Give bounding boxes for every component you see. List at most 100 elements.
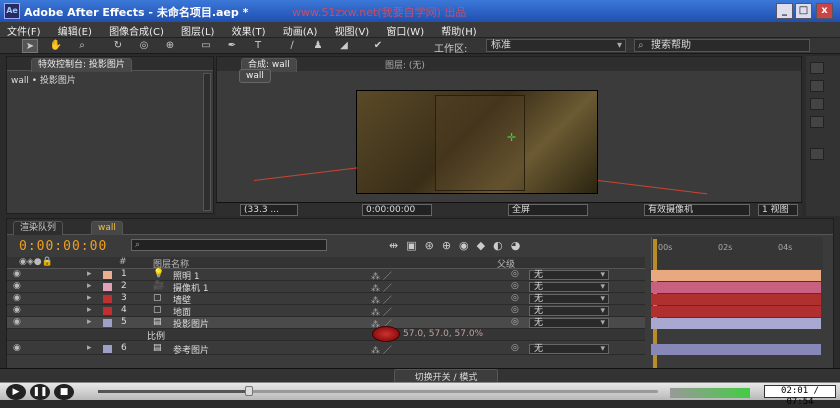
panel-collapse-icon[interactable] <box>810 80 824 92</box>
layer-duration-bar[interactable] <box>651 282 821 293</box>
eye-icon[interactable]: ◉ <box>13 269 21 279</box>
brush-icon[interactable]: ∕ <box>284 39 300 53</box>
label-color-swatch[interactable] <box>103 345 112 353</box>
menu-view[interactable]: 视图(V) <box>328 22 377 39</box>
eraser-icon[interactable]: ◢ <box>336 39 352 53</box>
panel-collapse-icon[interactable] <box>810 98 824 110</box>
panel-collapse-icon[interactable] <box>810 148 824 160</box>
layer-row[interactable]: ◉ ▸ 3 ▢ 墙壁 ⁂ ／ ◎ 无 ▾ <box>7 293 645 306</box>
stop-icon[interactable]: ■ <box>54 384 74 400</box>
layer-duration-bar[interactable] <box>651 344 821 355</box>
layer-duration-bar[interactable] <box>651 294 821 305</box>
expand-arrow-icon[interactable]: ▸ <box>87 343 92 353</box>
expand-arrow-icon[interactable]: ▸ <box>87 305 92 315</box>
comp-subtab-wall[interactable]: wall <box>239 69 271 83</box>
minimize-button[interactable]: _ <box>776 3 793 19</box>
eye-icon[interactable]: ◉ <box>13 343 21 353</box>
volume-slider[interactable] <box>670 388 750 398</box>
workspace-dropdown[interactable]: 标准 ▾ <box>486 39 626 52</box>
menu-layer[interactable]: 图层(L) <box>174 22 221 39</box>
switches-icon[interactable]: ⁂ ／ <box>371 343 392 356</box>
menu-edit[interactable]: 编辑(E) <box>51 22 99 39</box>
eye-icon[interactable]: ◉ <box>13 305 21 315</box>
label-color-swatch[interactable] <box>103 307 112 315</box>
label-color-swatch[interactable] <box>103 295 112 303</box>
parent-dropdown[interactable]: 无 ▾ <box>529 306 609 316</box>
pen-icon[interactable]: ✒ <box>224 39 240 53</box>
layer-duration-bar[interactable] <box>651 306 821 317</box>
zoom-icon[interactable]: ⌕ <box>74 39 90 53</box>
expand-arrow-icon[interactable]: ▸ <box>87 317 92 327</box>
expand-arrow-icon[interactable]: ▸ <box>87 281 92 291</box>
text-icon[interactable]: T <box>250 39 266 53</box>
eye-icon[interactable]: ◉ <box>13 317 21 327</box>
timeline-switch-icons[interactable]: ⇹▣⊛⊕◉◆◐◕ <box>389 239 528 252</box>
layer-row[interactable]: ◉ ▸ 2 🎥 摄像机 1 ⁂ ／ ◎ 无 ▾ <box>7 281 645 294</box>
layer-duration-bar[interactable] <box>651 270 821 281</box>
parent-dropdown[interactable]: 无 ▾ <box>529 282 609 292</box>
parent-dropdown[interactable]: 无 ▾ <box>529 270 609 280</box>
menu-file[interactable]: 文件(F) <box>0 22 48 39</box>
parent-pickwhip-icon[interactable]: ◎ <box>511 269 519 279</box>
panel-collapse-icon[interactable] <box>810 116 824 128</box>
eye-icon[interactable]: ◉ <box>13 281 21 291</box>
camera-dropdown[interactable]: 有效摄像机 <box>644 204 750 216</box>
tab-wall-timeline[interactable]: wall <box>91 221 123 235</box>
layer-row[interactable]: ◉ ▸ 1 💡 照明 1 ⁂ ／ ◎ 无 ▾ <box>7 269 645 282</box>
parent-pickwhip-icon[interactable]: ◎ <box>511 343 519 353</box>
selection-icon[interactable]: ➤ <box>22 39 38 53</box>
label-color-swatch[interactable] <box>103 283 112 291</box>
menu-window[interactable]: 窗口(W) <box>379 22 431 39</box>
property-row[interactable]: 比例 57.0, 57.0, 57.0% <box>7 329 645 342</box>
time-ruler[interactable]: 00s 02s 04s <box>651 237 823 269</box>
pause-icon[interactable]: ❚❚ <box>30 384 50 400</box>
menu-help[interactable]: 帮助(H) <box>434 22 483 39</box>
stopwatch-icon[interactable] <box>372 326 400 342</box>
seek-handle[interactable] <box>245 386 254 396</box>
parent-pickwhip-icon[interactable]: ◎ <box>511 293 519 303</box>
rectangle-mask-icon[interactable]: ▭ <box>198 39 214 53</box>
layer-row[interactable]: ◉ ▸ 4 ▢ 地面 ⁂ ／ ◎ 无 ▾ <box>7 305 645 318</box>
parent-dropdown[interactable]: 无 ▾ <box>529 294 609 304</box>
camera-orbit-icon[interactable]: ◎ <box>136 39 152 53</box>
expand-arrow-icon[interactable]: ▸ <box>87 269 92 279</box>
views-dropdown[interactable]: 1 视图 <box>758 204 798 216</box>
composition-preview[interactable]: ✛ <box>356 90 598 194</box>
rotate-icon[interactable]: ↻ <box>110 39 126 53</box>
parent-pickwhip-icon[interactable]: ◎ <box>511 281 519 291</box>
menu-animation[interactable]: 动画(A) <box>276 22 325 39</box>
parent-dropdown[interactable]: 无 ▾ <box>529 344 609 354</box>
label-color-swatch[interactable] <box>103 271 112 279</box>
resolution-dropdown[interactable]: 全屏 <box>508 204 588 216</box>
scale-value[interactable]: 57.0, 57.0, 57.0% <box>403 329 483 339</box>
comp-timecode[interactable]: 0:00:00:00 <box>362 204 432 216</box>
tab-effect-controls[interactable]: 特效控制台: 投影图片 <box>31 58 132 72</box>
clone-stamp-icon[interactable]: ♟ <box>310 39 326 53</box>
timeline-timecode[interactable]: 0:00:00:00 <box>19 239 107 254</box>
tab-layer[interactable]: 图层: (无) <box>385 58 425 71</box>
pan-behind-icon[interactable]: ⊕ <box>162 39 178 53</box>
label-color-swatch[interactable] <box>103 319 112 327</box>
puppet-pin-icon[interactable]: ✔ <box>370 39 386 53</box>
zoom-dropdown[interactable]: (33.3 ... <box>240 204 298 216</box>
maximize-button[interactable]: □ <box>795 3 812 19</box>
parent-pickwhip-icon[interactable]: ◎ <box>511 305 519 315</box>
layer-duration-bar[interactable] <box>651 318 821 329</box>
layer-row[interactable]: ◉ ▸ 6 ▤ 参考图片 ⁂ ／ ◎ 无 ▾ <box>7 343 645 356</box>
play-icon[interactable]: ▶ <box>6 384 26 400</box>
menu-composition[interactable]: 图像合成(C) <box>102 22 171 39</box>
parent-dropdown[interactable]: 无 ▾ <box>529 318 609 328</box>
layer-name[interactable]: 参考图片 <box>173 343 209 356</box>
help-search-input[interactable]: ⌕ 搜索帮助 <box>634 39 810 52</box>
eye-icon[interactable]: ◉ <box>13 293 21 303</box>
close-button[interactable]: x <box>816 3 833 19</box>
tab-render-queue[interactable]: 渲染队列 <box>13 221 64 235</box>
hand-icon[interactable]: ✋ <box>48 39 64 53</box>
layer-row[interactable]: ◉ ▸ 5 ▤ 投影图片 ⁂ ／ ◎ 无 ▾ <box>7 317 645 330</box>
menu-effect[interactable]: 效果(T) <box>225 22 273 39</box>
timeline-search-input[interactable]: ⌕ <box>131 239 327 251</box>
panel-collapse-icon[interactable] <box>810 62 824 74</box>
parent-pickwhip-icon[interactable]: ◎ <box>511 317 519 327</box>
expand-arrow-icon[interactable]: ▸ <box>87 293 92 303</box>
effect-controls-scrollbar[interactable] <box>203 73 211 211</box>
